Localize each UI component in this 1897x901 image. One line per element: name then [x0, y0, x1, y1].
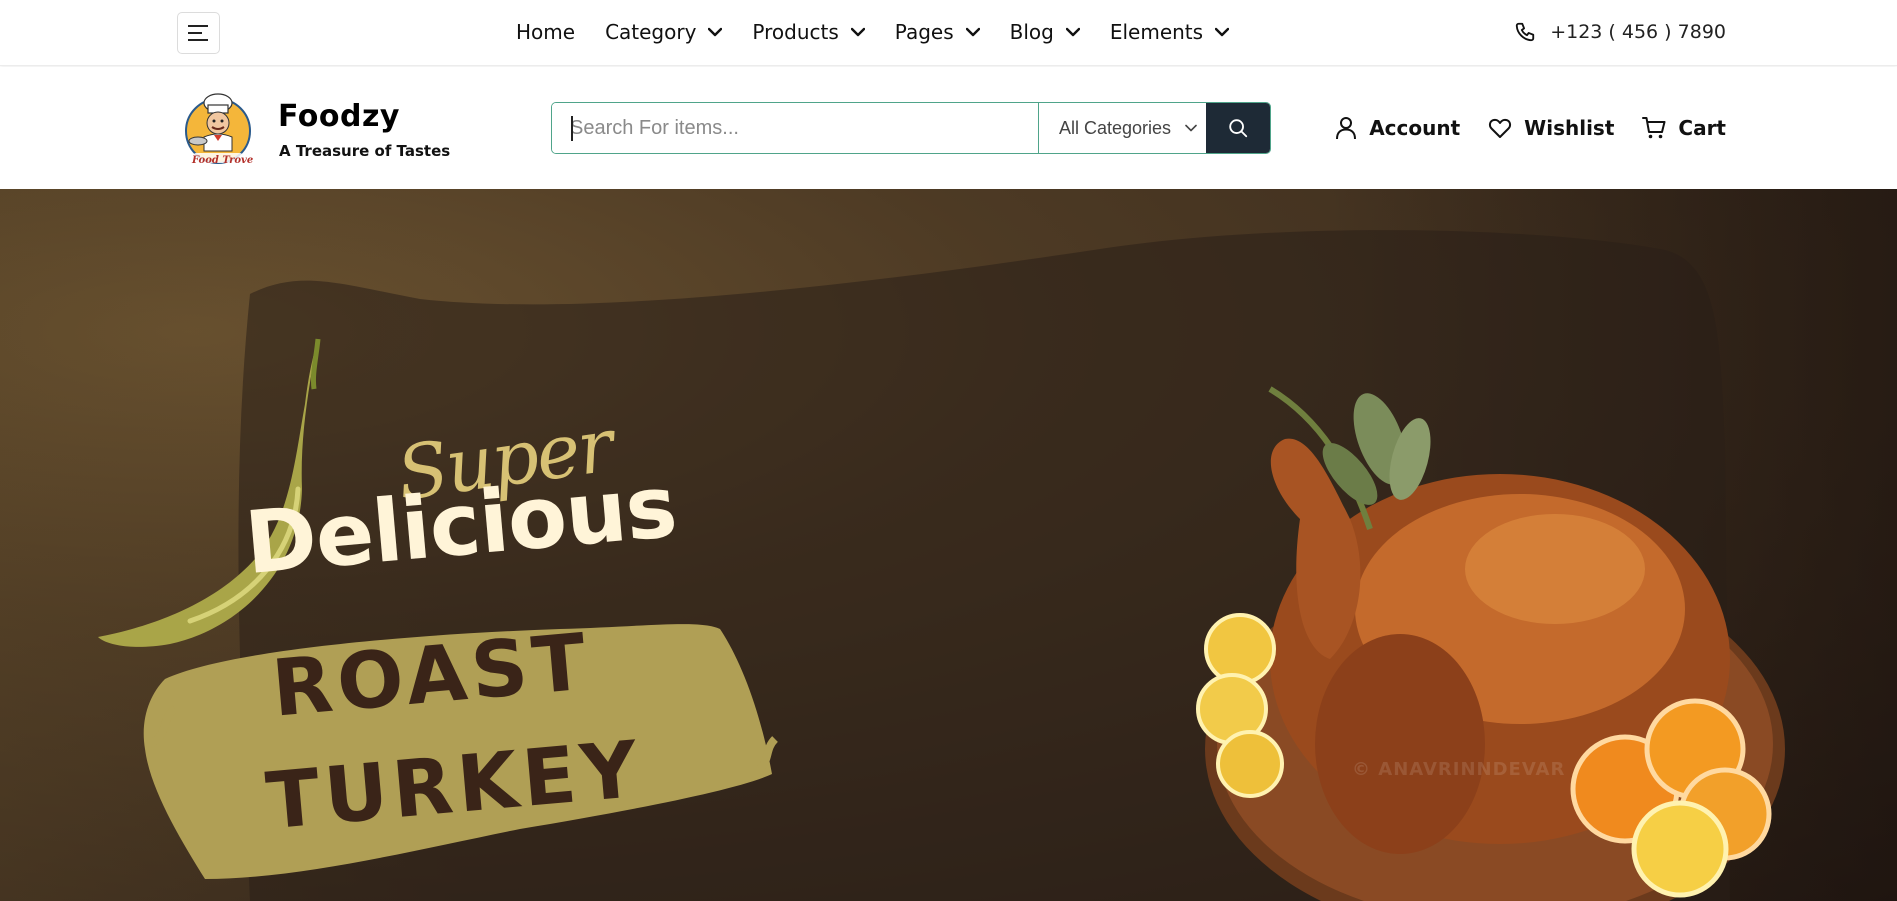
chevron-down-icon	[708, 27, 723, 37]
cart-link[interactable]: Cart	[1642, 116, 1726, 140]
nav-products[interactable]: Products	[752, 20, 865, 44]
nav-category-label: Category	[605, 20, 697, 44]
account-link[interactable]: Account	[1335, 116, 1460, 140]
heart-icon	[1488, 117, 1512, 139]
phone-number: +123 ( 456 ) 7890	[1550, 21, 1726, 43]
site-header: Food Trove Foodzy A Treasure of Tastes A…	[0, 67, 1897, 189]
category-select-value: All Categories	[1059, 117, 1172, 138]
nav-blog-label: Blog	[1009, 20, 1054, 44]
chevron-down-icon	[850, 27, 865, 37]
nav-pages[interactable]: Pages	[895, 20, 980, 44]
turkey-sheen	[1465, 514, 1645, 624]
user-icon	[1335, 116, 1357, 140]
phone-icon	[1514, 21, 1536, 43]
chevron-down-icon	[1065, 27, 1080, 37]
image-watermark: © ANAVRINNDEVAR	[1352, 759, 1566, 780]
lemon-slice	[1216, 730, 1284, 798]
nav-pages-label: Pages	[894, 20, 954, 44]
chevron-down-icon	[965, 27, 980, 37]
nav-elements[interactable]: Elements	[1109, 20, 1230, 44]
search-input[interactable]	[552, 103, 1038, 153]
nav-blog[interactable]: Blog	[1010, 20, 1080, 44]
hamburger-menu-button[interactable]	[177, 12, 220, 54]
lemon-slice	[1631, 800, 1729, 898]
chevron-down-icon	[1215, 27, 1230, 37]
search-icon	[1229, 119, 1248, 138]
header-actions: Account Wishlist Cart	[1307, 114, 1726, 142]
nav-home[interactable]: Home	[516, 20, 575, 44]
cart-label: Cart	[1678, 116, 1726, 140]
search-bar: All Categories	[551, 102, 1271, 154]
brand-tagline: A Treasure of Tastes	[279, 142, 451, 160]
logo-text: Food Trove	[192, 155, 254, 166]
site-logo[interactable]: Food Trove	[184, 87, 254, 171]
phone-contact[interactable]: +123 ( 456 ) 7890	[1514, 0, 1726, 64]
lemon-slice	[1204, 613, 1276, 685]
hero-banner[interactable]: Super Delicious ROAST TURKEY © ANAVRINND…	[0, 189, 1897, 901]
nav-products-label: Products	[752, 20, 839, 44]
cart-icon	[1642, 116, 1666, 140]
nav-category[interactable]: Category	[605, 20, 723, 44]
text-cursor	[571, 116, 573, 141]
turkey-drumstick	[1315, 634, 1485, 854]
wishlist-link[interactable]: Wishlist	[1488, 116, 1614, 140]
hamburger-menu-icon	[187, 25, 208, 41]
category-select[interactable]: All Categories	[1038, 103, 1206, 153]
wishlist-label: Wishlist	[1524, 116, 1615, 140]
account-label: Account	[1369, 116, 1461, 140]
main-nav: Home Category Products Pages Blog Elemen…	[516, 0, 1259, 64]
top-navigation-bar: Home Category Products Pages Blog Elemen…	[0, 0, 1897, 66]
chevron-down-icon	[1185, 124, 1197, 132]
nav-elements-label: Elements	[1109, 20, 1204, 44]
brand-name[interactable]: Foodzy	[278, 99, 400, 134]
nav-home-label: Home	[516, 20, 576, 44]
search-button[interactable]	[1206, 103, 1270, 153]
